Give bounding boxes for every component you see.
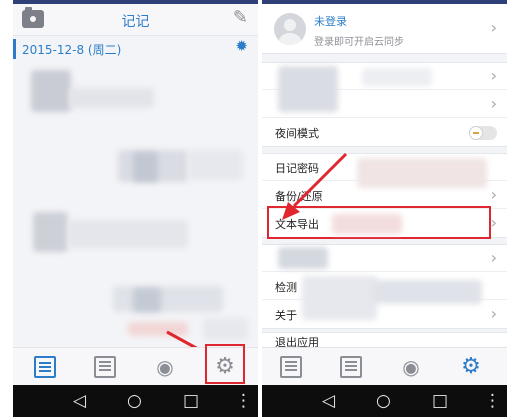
- blurred-setting-label: [302, 276, 377, 320]
- about-row[interactable]: 关于 ›: [262, 301, 507, 328]
- entry-date: 2015-12-8 (周二): [22, 43, 122, 57]
- blurred-setting-label: [372, 280, 482, 304]
- eye-icon[interactable]: ◉: [400, 356, 422, 378]
- exit-app-label: 退出应用: [275, 336, 319, 348]
- blurred-setting-label: [362, 68, 432, 86]
- blurred-entry-text: [33, 212, 68, 252]
- blurred-entry-text: [68, 220, 188, 248]
- calendar-icon[interactable]: [340, 356, 362, 378]
- blurred-setting-label: [278, 247, 328, 269]
- avatar: [274, 13, 306, 45]
- check-label: 检测: [275, 281, 297, 294]
- home-button[interactable]: ○: [127, 391, 142, 411]
- diary-list-screen: 记记 ✎ 2015-12-8 (周二) ✹ ◉ ⚙ ◁ ○ □ ⋮: [13, 0, 258, 417]
- account-subtitle: 登录即可开启云同步: [314, 37, 404, 48]
- notes-icon[interactable]: [280, 356, 302, 378]
- blurred-entry-text: [133, 152, 158, 182]
- pencil-icon[interactable]: ✎: [233, 9, 248, 27]
- date-row[interactable]: 2015-12-8 (周二) ✹: [13, 36, 258, 62]
- home-button[interactable]: ○: [376, 391, 391, 411]
- blurred-entry-text: [31, 70, 71, 112]
- recents-button[interactable]: □: [432, 391, 448, 411]
- notes-icon[interactable]: [34, 356, 56, 378]
- menu-button[interactable]: ⋮: [235, 391, 252, 411]
- chevron-right-icon: ›: [490, 304, 497, 323]
- menu-button[interactable]: ⋮: [484, 391, 501, 411]
- settings-group: 退出应用: [262, 332, 507, 348]
- eye-icon[interactable]: ◉: [154, 356, 176, 378]
- night-mode-label: 夜间模式: [275, 127, 319, 140]
- account-row[interactable]: 未登录 登录即可开启云同步 ›: [262, 4, 507, 54]
- pointer-arrow: [282, 152, 348, 220]
- gear-icon[interactable]: ⚙: [460, 356, 482, 378]
- app-header: 记记 ✎: [13, 4, 258, 36]
- recents-button[interactable]: □: [183, 391, 199, 411]
- app-title: 记记: [121, 14, 150, 30]
- exit-app-row[interactable]: 退出应用: [262, 333, 507, 348]
- sun-icon: ✹: [235, 37, 248, 55]
- night-mode-row[interactable]: 夜间模式: [262, 119, 507, 146]
- settings-highlight: [205, 344, 245, 384]
- android-nav-bar: ◁ ○ □ ⋮: [13, 385, 258, 417]
- android-nav-bar: ◁ ○ □ ⋮: [262, 385, 507, 417]
- back-button[interactable]: ◁: [73, 391, 86, 411]
- chevron-right-icon: ›: [490, 18, 497, 37]
- chevron-right-icon: ›: [490, 66, 497, 85]
- blurred-setting-label: [357, 158, 487, 188]
- blurred-entry-text: [113, 286, 223, 312]
- blurred-entry-text: [69, 88, 154, 108]
- calendar-icon[interactable]: [94, 356, 116, 378]
- chevron-right-icon: ›: [490, 185, 497, 204]
- about-label: 关于: [275, 309, 297, 322]
- back-button[interactable]: ◁: [322, 391, 335, 411]
- blurred-setting-label: [278, 66, 338, 112]
- night-mode-toggle[interactable]: [469, 126, 497, 140]
- chevron-right-icon: ›: [490, 213, 497, 232]
- account-name: 未登录: [314, 15, 347, 28]
- date-marker: [13, 39, 16, 59]
- blurred-entry-text: [188, 150, 243, 180]
- chevron-right-icon: ›: [490, 94, 497, 113]
- tab-bar: ◉ ⚙: [262, 347, 507, 385]
- settings-screen: 未登录 登录即可开启云同步 › › › 夜间模式 日记密码 备份/还原 › 文本…: [262, 0, 507, 417]
- chevron-right-icon: ›: [490, 248, 497, 267]
- blurred-entry-text: [133, 288, 161, 312]
